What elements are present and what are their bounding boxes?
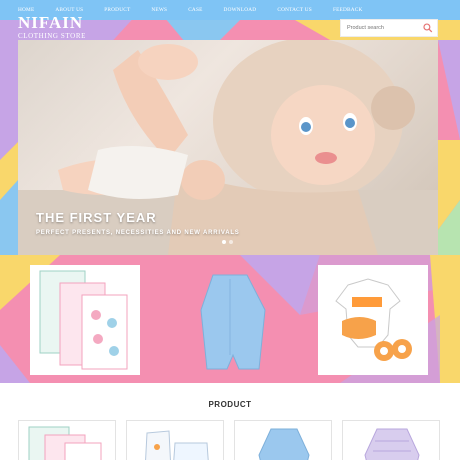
onesie-set-image — [335, 278, 412, 361]
feature-card-blankets[interactable] — [30, 265, 140, 375]
product-card-4[interactable] — [342, 420, 440, 460]
feature-band — [0, 255, 460, 383]
sleepsack-image — [200, 274, 266, 370]
nav-product[interactable]: PRODUCT — [104, 7, 130, 13]
brand-name: NIFAIN — [18, 13, 84, 32]
feature-card-onesie-set[interactable] — [318, 265, 428, 375]
nav-feedback[interactable]: FEEDBACK — [333, 7, 363, 13]
brand-subtitle: CLOTHING STORE — [18, 32, 86, 40]
hero-title: THE FIRST YEAR — [36, 210, 157, 225]
blanket-set-image — [39, 270, 128, 370]
slider-dot-1[interactable] — [222, 240, 226, 244]
product-card-1[interactable] — [18, 420, 116, 460]
product-card-3[interactable] — [234, 420, 332, 460]
brand-logo[interactable]: NIFAIN CLOTHING STORE — [18, 13, 86, 40]
nav-contact-us[interactable]: CONTACT US — [277, 7, 312, 13]
product-image-bibs — [145, 430, 209, 460]
product-section-title: PRODUCT — [208, 400, 252, 409]
product-image-sleepsack — [258, 428, 310, 460]
product-image-blankets — [28, 426, 102, 460]
search-input[interactable] — [347, 25, 424, 31]
nav-news[interactable]: NEWS — [151, 7, 167, 13]
feature-card-sleepsack[interactable] — [175, 265, 285, 375]
slider-dots — [222, 240, 233, 244]
search-box — [340, 19, 438, 37]
nav-case[interactable]: CASE — [188, 7, 202, 13]
nav-download[interactable]: DOWNLOAD — [224, 7, 257, 13]
hero-banner[interactable]: THE FIRST YEAR PERFECT PRESENTS, NECESSI… — [18, 40, 438, 255]
product-image-sleepsack-purple — [364, 428, 420, 460]
slider-dot-2[interactable] — [229, 240, 233, 244]
search-icon[interactable] — [423, 23, 433, 33]
product-card-2[interactable] — [126, 420, 224, 460]
hero-subtitle: PERFECT PRESENTS, NECESSITIES AND NEW AR… — [36, 230, 240, 236]
